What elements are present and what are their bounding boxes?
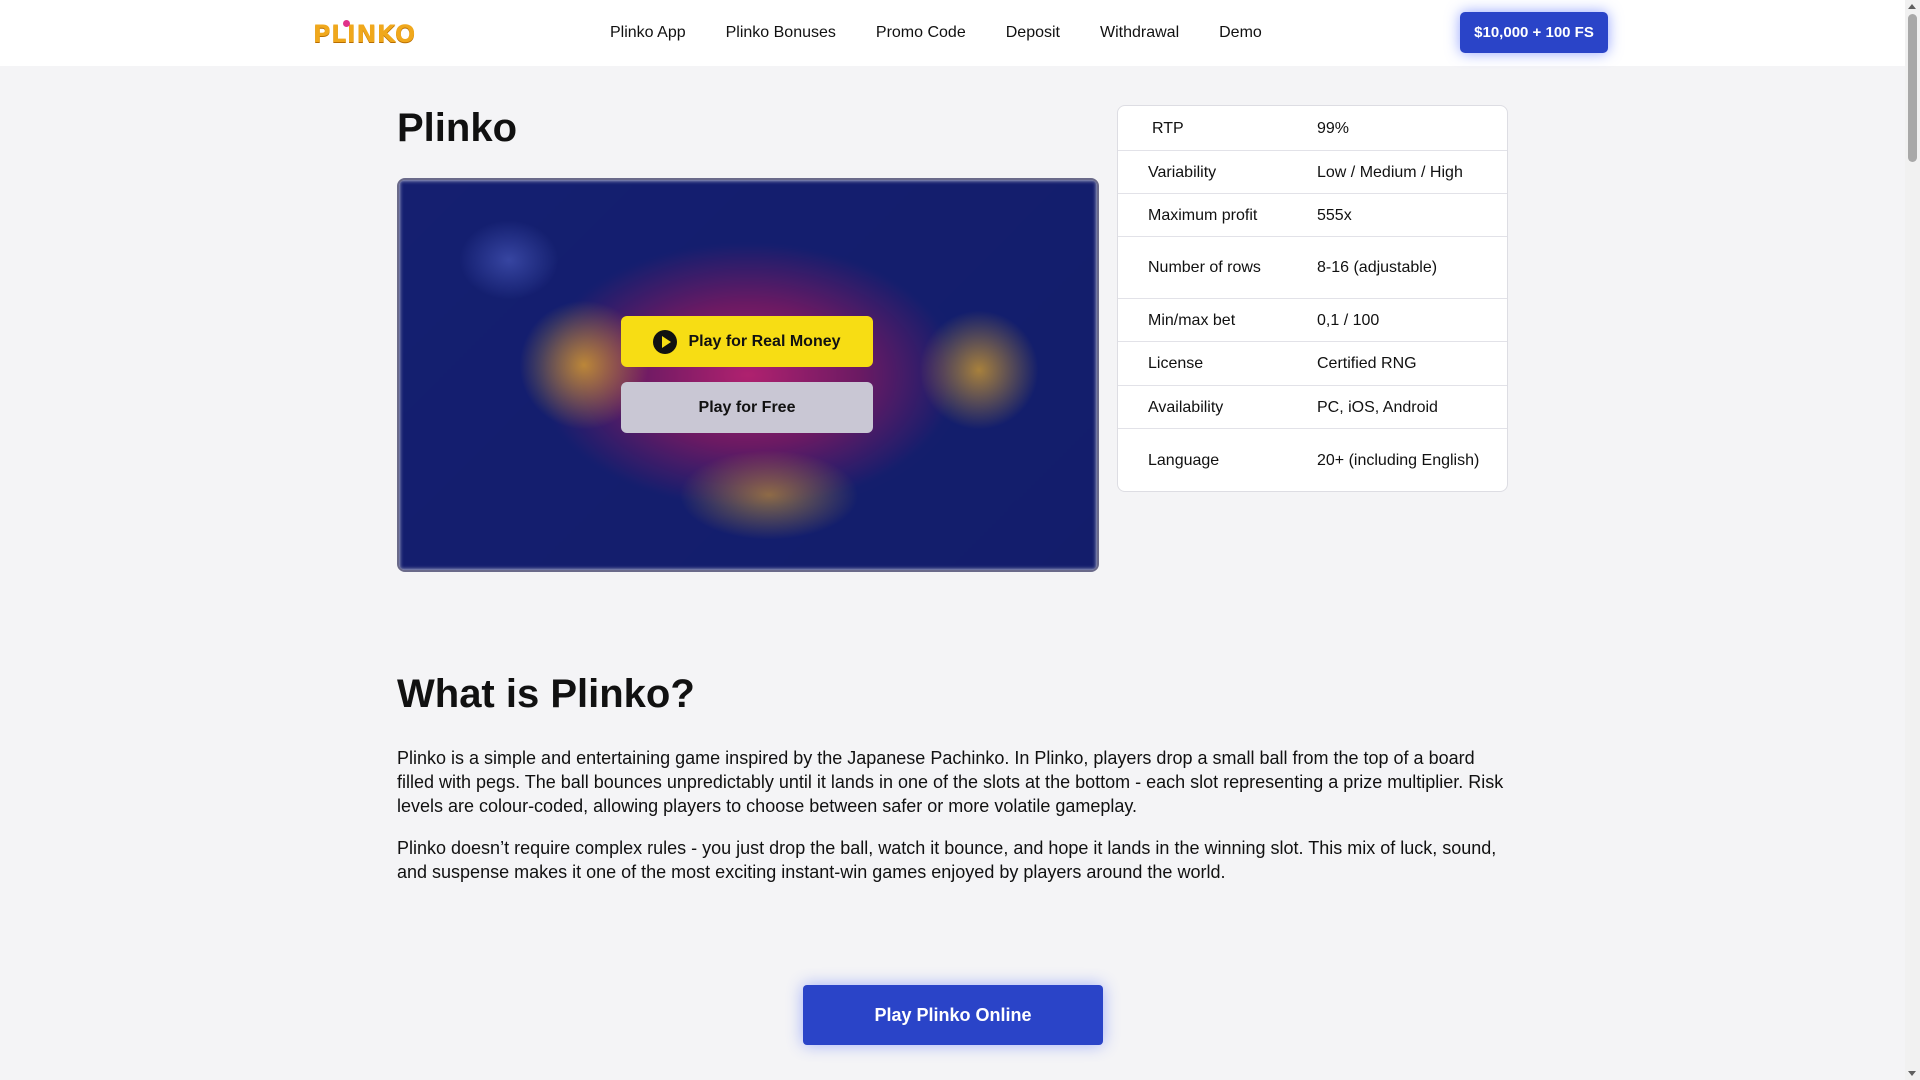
play-free-button[interactable]: Play for Free xyxy=(621,382,873,433)
info-key: Availability xyxy=(1148,398,1224,416)
info-row: Variability Low / Medium / High xyxy=(1118,150,1507,193)
logo-dot-icon xyxy=(343,20,350,27)
game-preview: Play for Real Money Play for Free xyxy=(397,178,1099,572)
info-value: 8-16 (adjustable) xyxy=(1317,259,1438,276)
play-real-money-button[interactable]: Play for Real Money xyxy=(621,316,873,367)
info-key: Min/max bet xyxy=(1148,311,1236,329)
nav-plinko-bonuses[interactable]: Plinko Bonuses xyxy=(726,24,836,42)
info-row: Availability PC, iOS, Android xyxy=(1118,385,1507,428)
info-row: License Certified RNG xyxy=(1118,341,1507,385)
info-key: Number of rows xyxy=(1148,259,1261,276)
main-nav: Plinko App Plinko Bonuses Promo Code Dep… xyxy=(610,0,1302,66)
info-value: 99% xyxy=(1317,119,1350,137)
play-real-money-label: Play for Real Money xyxy=(688,332,841,350)
info-row: Min/max bet 0,1 / 100 xyxy=(1118,298,1507,341)
info-key: RTP xyxy=(1152,119,1184,137)
decor-glow xyxy=(679,450,859,540)
decor-glow xyxy=(459,220,559,300)
info-row: Number of rows 8-16 (adjustable) xyxy=(1118,236,1507,298)
info-value: Certified RNG xyxy=(1317,355,1417,372)
decor-glow xyxy=(919,310,1039,430)
nav-plinko-app[interactable]: Plinko App xyxy=(610,24,686,42)
page-scrollbar[interactable] xyxy=(1905,0,1920,1080)
info-row: Maximum profit 555x xyxy=(1118,193,1507,236)
nav-withdrawal[interactable]: Withdrawal xyxy=(1100,24,1179,42)
nav-demo[interactable]: Demo xyxy=(1219,24,1262,42)
info-value: PC, iOS, Android xyxy=(1317,398,1438,416)
section-title: What is Plinko? xyxy=(397,672,695,716)
info-key: Language xyxy=(1148,452,1220,469)
nav-deposit[interactable]: Deposit xyxy=(1006,24,1060,42)
scroll-up-arrow-icon[interactable] xyxy=(1908,4,1916,9)
info-value: Low / Medium / High xyxy=(1317,163,1463,181)
info-row: Language 20+ (including English) xyxy=(1118,428,1507,491)
info-key: License xyxy=(1148,355,1204,372)
site-header: PLINKO Plinko App Plinko Bonuses Promo C… xyxy=(0,0,1905,66)
about-paragraph: Plinko doesn’t require complex rules - y… xyxy=(397,838,1497,882)
about-paragraph: Plinko is a simple and entertaining game… xyxy=(397,748,1504,816)
info-key: Variability xyxy=(1148,163,1217,181)
info-key: Maximum profit xyxy=(1148,206,1258,224)
info-value: 0,1 / 100 xyxy=(1317,311,1380,329)
page-title: Plinko xyxy=(397,106,518,150)
scroll-down-arrow-icon[interactable] xyxy=(1908,1071,1916,1076)
play-plinko-online-button[interactable]: Play Plinko Online xyxy=(803,985,1103,1045)
plinko-logo[interactable]: PLINKO xyxy=(313,20,416,48)
logo-text: PLINKO xyxy=(313,20,416,48)
bonus-button[interactable]: $10,000 + 100 FS xyxy=(1460,12,1608,53)
game-info-table: RTP 99% Variability Low / Medium / High … xyxy=(1117,105,1508,492)
info-row: RTP 99% xyxy=(1118,106,1507,150)
play-circle-icon xyxy=(653,329,678,354)
info-value: 555x xyxy=(1317,206,1352,224)
scroll-thumb[interactable] xyxy=(1908,14,1917,162)
nav-promo-code[interactable]: Promo Code xyxy=(876,24,966,42)
info-value: 20+ (including English) xyxy=(1317,452,1480,469)
